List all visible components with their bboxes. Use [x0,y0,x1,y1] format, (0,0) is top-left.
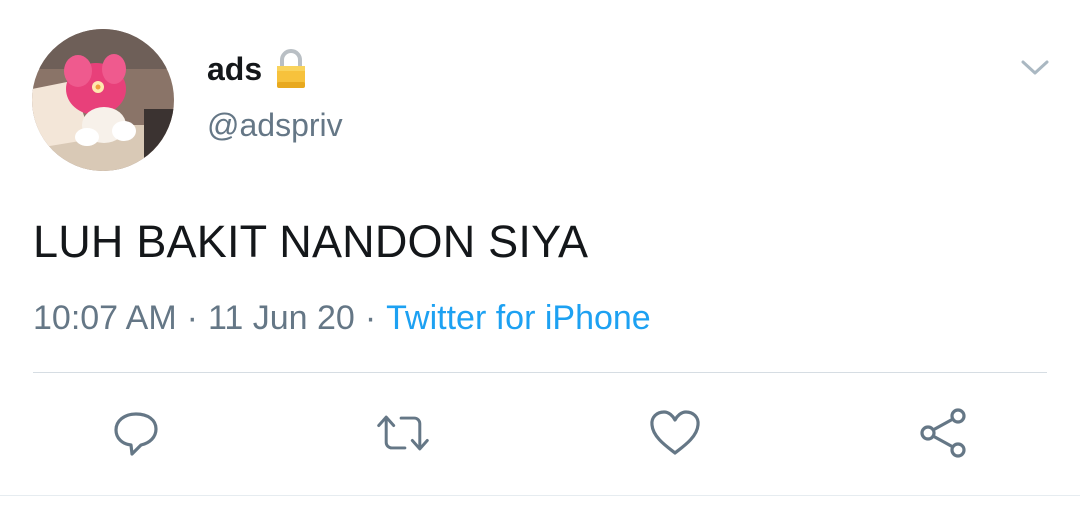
retweet-icon [377,415,429,451]
display-name[interactable]: ads [207,48,308,90]
lock-icon [274,48,308,90]
meta-separator: · [364,299,377,337]
retweet-button[interactable] [375,405,431,461]
tweet-time[interactable]: 10:07 AM [33,299,177,337]
meta-separator: · [186,299,198,337]
share-icon [920,408,966,458]
tweet-options-button[interactable] [1018,56,1052,80]
like-button[interactable] [647,405,703,461]
share-button[interactable] [916,405,972,461]
avatar[interactable] [32,29,174,171]
user-handle[interactable]: @adspriv [207,106,343,144]
chevron-down-icon [1021,60,1049,75]
reply-icon [114,412,158,456]
tweet-meta: 10:07 AM · 11 Jun 20 · Twitter for iPhone [33,297,651,339]
tweet-source-link[interactable]: Twitter for iPhone [386,299,651,337]
display-name-text: ads [207,51,263,87]
reply-button[interactable] [108,405,164,461]
heart-icon [650,410,700,455]
tweet-text: LUH BAKIT NANDON SIYA [33,216,589,267]
tweet-date[interactable]: 11 Jun 20 [208,299,355,337]
tweet-detail: ads @adspriv LUH BAKIT NANDON SIYA 10:07… [0,0,1080,513]
my-melody-avatar-icon [32,29,174,171]
bottom-divider [0,495,1080,496]
divider [33,372,1047,373]
